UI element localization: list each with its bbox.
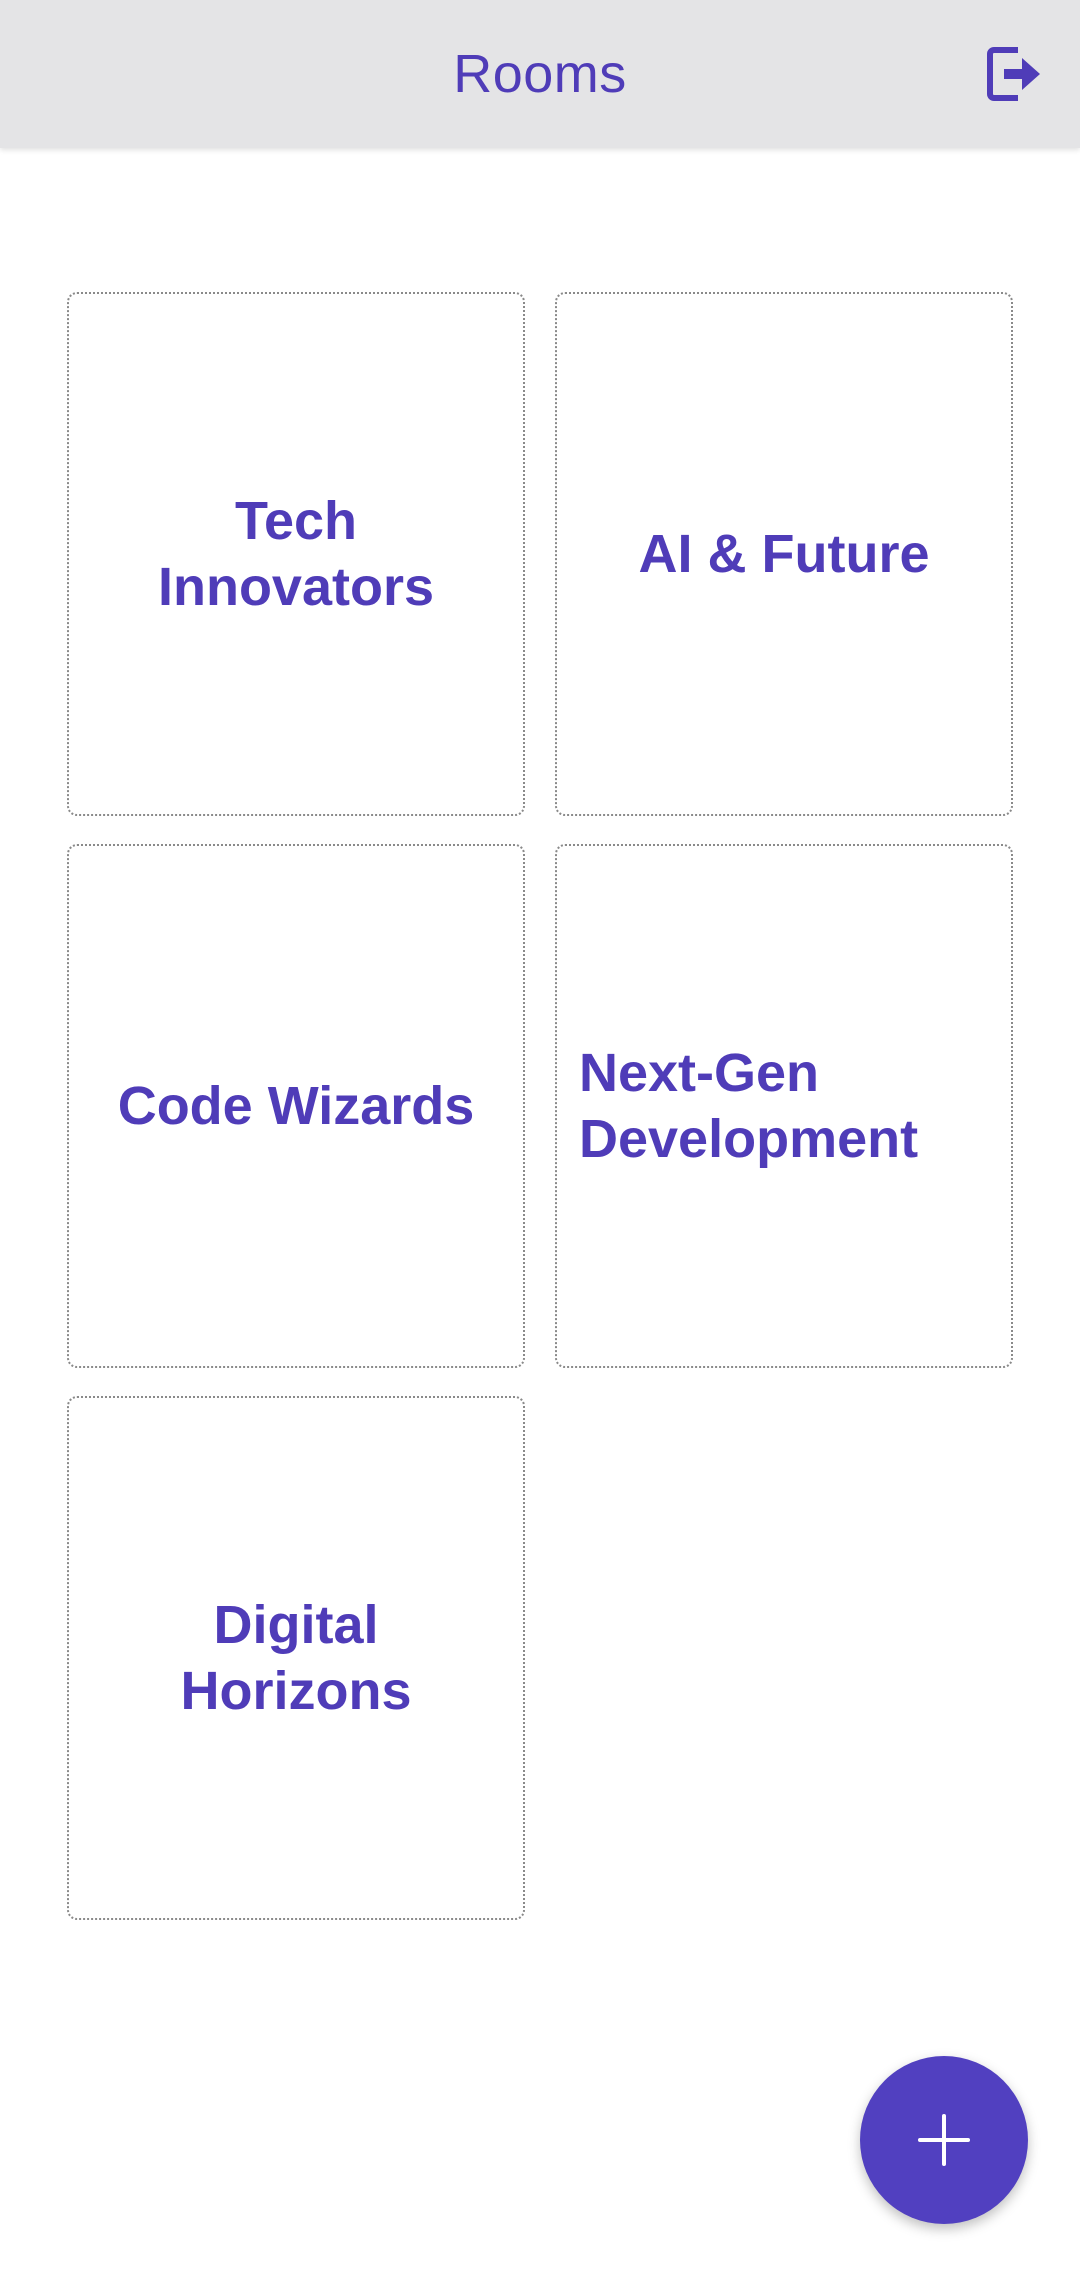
- room-card-code-wizards[interactable]: Code Wizards: [67, 844, 525, 1368]
- logout-button[interactable]: [974, 36, 1050, 112]
- add-room-button[interactable]: [860, 2056, 1028, 2224]
- room-card-next-gen-development[interactable]: Next-Gen Development: [555, 844, 1013, 1368]
- rooms-grid: Tech Innovators AI & Future Code Wizards…: [67, 292, 1013, 1920]
- room-card-digital-horizons[interactable]: Digital Horizons: [67, 1396, 525, 1920]
- room-card-tech-innovators[interactable]: Tech Innovators: [67, 292, 525, 816]
- room-name: Code Wizards: [117, 1076, 475, 1136]
- room-name: Next-Gen Development: [579, 1043, 919, 1169]
- rooms-screen: Rooms Tech Innovators AI & Future Code W…: [0, 0, 1080, 2277]
- room-name: Tech Innovators: [157, 491, 435, 617]
- plus-icon: [918, 2114, 970, 2166]
- logout-icon: [987, 47, 1040, 101]
- room-name: AI & Future: [638, 524, 930, 584]
- room-card-ai-future[interactable]: AI & Future: [555, 292, 1013, 816]
- page-title: Rooms: [453, 44, 627, 104]
- room-name: Digital Horizons: [180, 1595, 412, 1721]
- app-bar: Rooms: [0, 0, 1080, 148]
